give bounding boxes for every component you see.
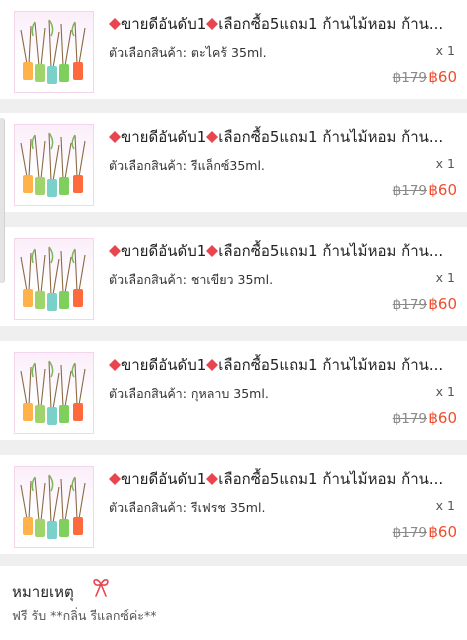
quantity-label: x 1 — [435, 384, 455, 399]
ribbon-bow-icon — [93, 579, 109, 597]
title-rest-text: เลือกซื้อ5แถม1 ก้านไม้หอม ก้าน... — [218, 128, 444, 146]
product-title[interactable]: ขายดีอันดับ1 เลือกซื้อ5แถม1 ก้านไม้หอม ก้… — [109, 468, 459, 490]
title-text: ขายดีอันดับ1 — [121, 128, 207, 146]
title-rest-text: เลือกซื้อ5แถม1 ก้านไม้หอม ก้าน... — [218, 242, 444, 260]
original-price: ฿179 — [392, 411, 427, 427]
product-title[interactable]: ขายดีอันดับ1 เลือกซื้อ5แถม1 ก้านไม้หอม ก้… — [109, 240, 459, 262]
variant-label: ตัวเลือกสินค้า: รีเฟรช 35ml. — [109, 500, 266, 515]
diffuser-bottles-image — [20, 19, 86, 84]
product-thumbnail[interactable] — [14, 238, 94, 320]
red-diamond-icon — [109, 245, 121, 257]
order-notes-section: หมายเหตุ ฟรี รับ **กลิ่น รีแลกซ์ค่ะ** — [0, 566, 467, 640]
product-title[interactable]: ขายดีอันดับ1 เลือกซื้อ5แถม1 ก้านไม้หอม ก้… — [109, 354, 459, 376]
red-diamond-icon — [206, 18, 219, 30]
scroll-edge-handle[interactable] — [0, 118, 5, 283]
title-rest-text: เลือกซื้อ5แถม1 ก้านไม้หอม ก้าน... — [218, 470, 444, 488]
product-title[interactable]: ขายดีอันดับ1 เลือกซื้อ5แถม1 ก้านไม้หอม ก้… — [109, 13, 459, 35]
sale-price: ฿60 — [428, 295, 457, 313]
original-price: ฿179 — [392, 70, 427, 86]
order-item-card[interactable]: ขายดีอันดับ1 เลือกซื้อ5แถม1 ก้านไม้หอม ก้… — [0, 455, 467, 554]
order-item-card[interactable]: ขายดีอันดับ1 เลือกซื้อ5แถม1 ก้านไม้หอม ก้… — [0, 341, 467, 440]
variant-label: ตัวเลือกสินค้า: ตะไคร้ 35ml. — [109, 45, 267, 60]
sale-price: ฿60 — [428, 523, 457, 541]
red-diamond-icon — [109, 18, 121, 30]
red-diamond-icon — [206, 131, 219, 143]
variant-label: ตัวเลือกสินค้า: รีแล็กซ์35ml. — [109, 158, 265, 173]
original-price: ฿179 — [392, 525, 427, 541]
quantity-label: x 1 — [435, 498, 455, 513]
original-price: ฿179 — [392, 297, 427, 313]
product-thumbnail[interactable] — [14, 124, 94, 206]
sale-price: ฿60 — [428, 181, 457, 199]
order-item-card[interactable]: ขายดีอันดับ1 เลือกซื้อ5แถม1 ก้านไม้หอม ก้… — [0, 227, 467, 326]
red-diamond-icon — [109, 131, 121, 143]
quantity-label: x 1 — [435, 43, 455, 58]
sale-price: ฿60 — [428, 68, 457, 86]
quantity-label: x 1 — [435, 270, 455, 285]
red-diamond-icon — [206, 359, 219, 371]
notes-label: หมายเหตุ — [12, 583, 74, 601]
product-title[interactable]: ขายดีอันดับ1 เลือกซื้อ5แถม1 ก้านไม้หอม ก้… — [109, 126, 459, 148]
sale-price: ฿60 — [428, 409, 457, 427]
quantity-label: x 1 — [435, 156, 455, 171]
product-thumbnail[interactable] — [14, 466, 94, 548]
variant-label: ตัวเลือกสินค้า: ชาเขียว 35ml. — [109, 272, 274, 287]
title-text: ขายดีอันดับ1 — [121, 15, 207, 33]
title-text: ขายดีอันดับ1 — [121, 356, 207, 374]
original-price: ฿179 — [392, 183, 427, 199]
diffuser-bottles-image — [20, 246, 86, 311]
red-diamond-icon — [109, 473, 121, 485]
red-diamond-icon — [109, 359, 121, 371]
diffuser-bottles-image — [20, 132, 86, 197]
variant-label: ตัวเลือกสินค้า: กุหลาบ 35ml. — [109, 386, 269, 401]
diffuser-bottles-image — [20, 360, 86, 425]
title-rest-text: เลือกซื้อ5แถม1 ก้านไม้หอม ก้าน... — [218, 356, 444, 374]
title-rest-text: เลือกซื้อ5แถม1 ก้านไม้หอม ก้าน... — [218, 15, 444, 33]
product-thumbnail[interactable] — [14, 352, 94, 434]
notes-text: ฟรี รับ **กลิ่น รีแลกซ์ค่ะ** — [12, 608, 157, 623]
order-item-card[interactable]: ขายดีอันดับ1 เลือกซื้อ5แถม1 ก้านไม้หอม ก้… — [0, 0, 467, 99]
red-diamond-icon — [206, 245, 219, 257]
title-text: ขายดีอันดับ1 — [121, 470, 207, 488]
order-item-card[interactable]: ขายดีอันดับ1 เลือกซื้อ5แถม1 ก้านไม้หอม ก้… — [0, 113, 467, 212]
product-thumbnail[interactable] — [14, 11, 94, 93]
diffuser-bottles-image — [20, 474, 86, 539]
title-text: ขายดีอันดับ1 — [121, 242, 207, 260]
red-diamond-icon — [206, 473, 219, 485]
